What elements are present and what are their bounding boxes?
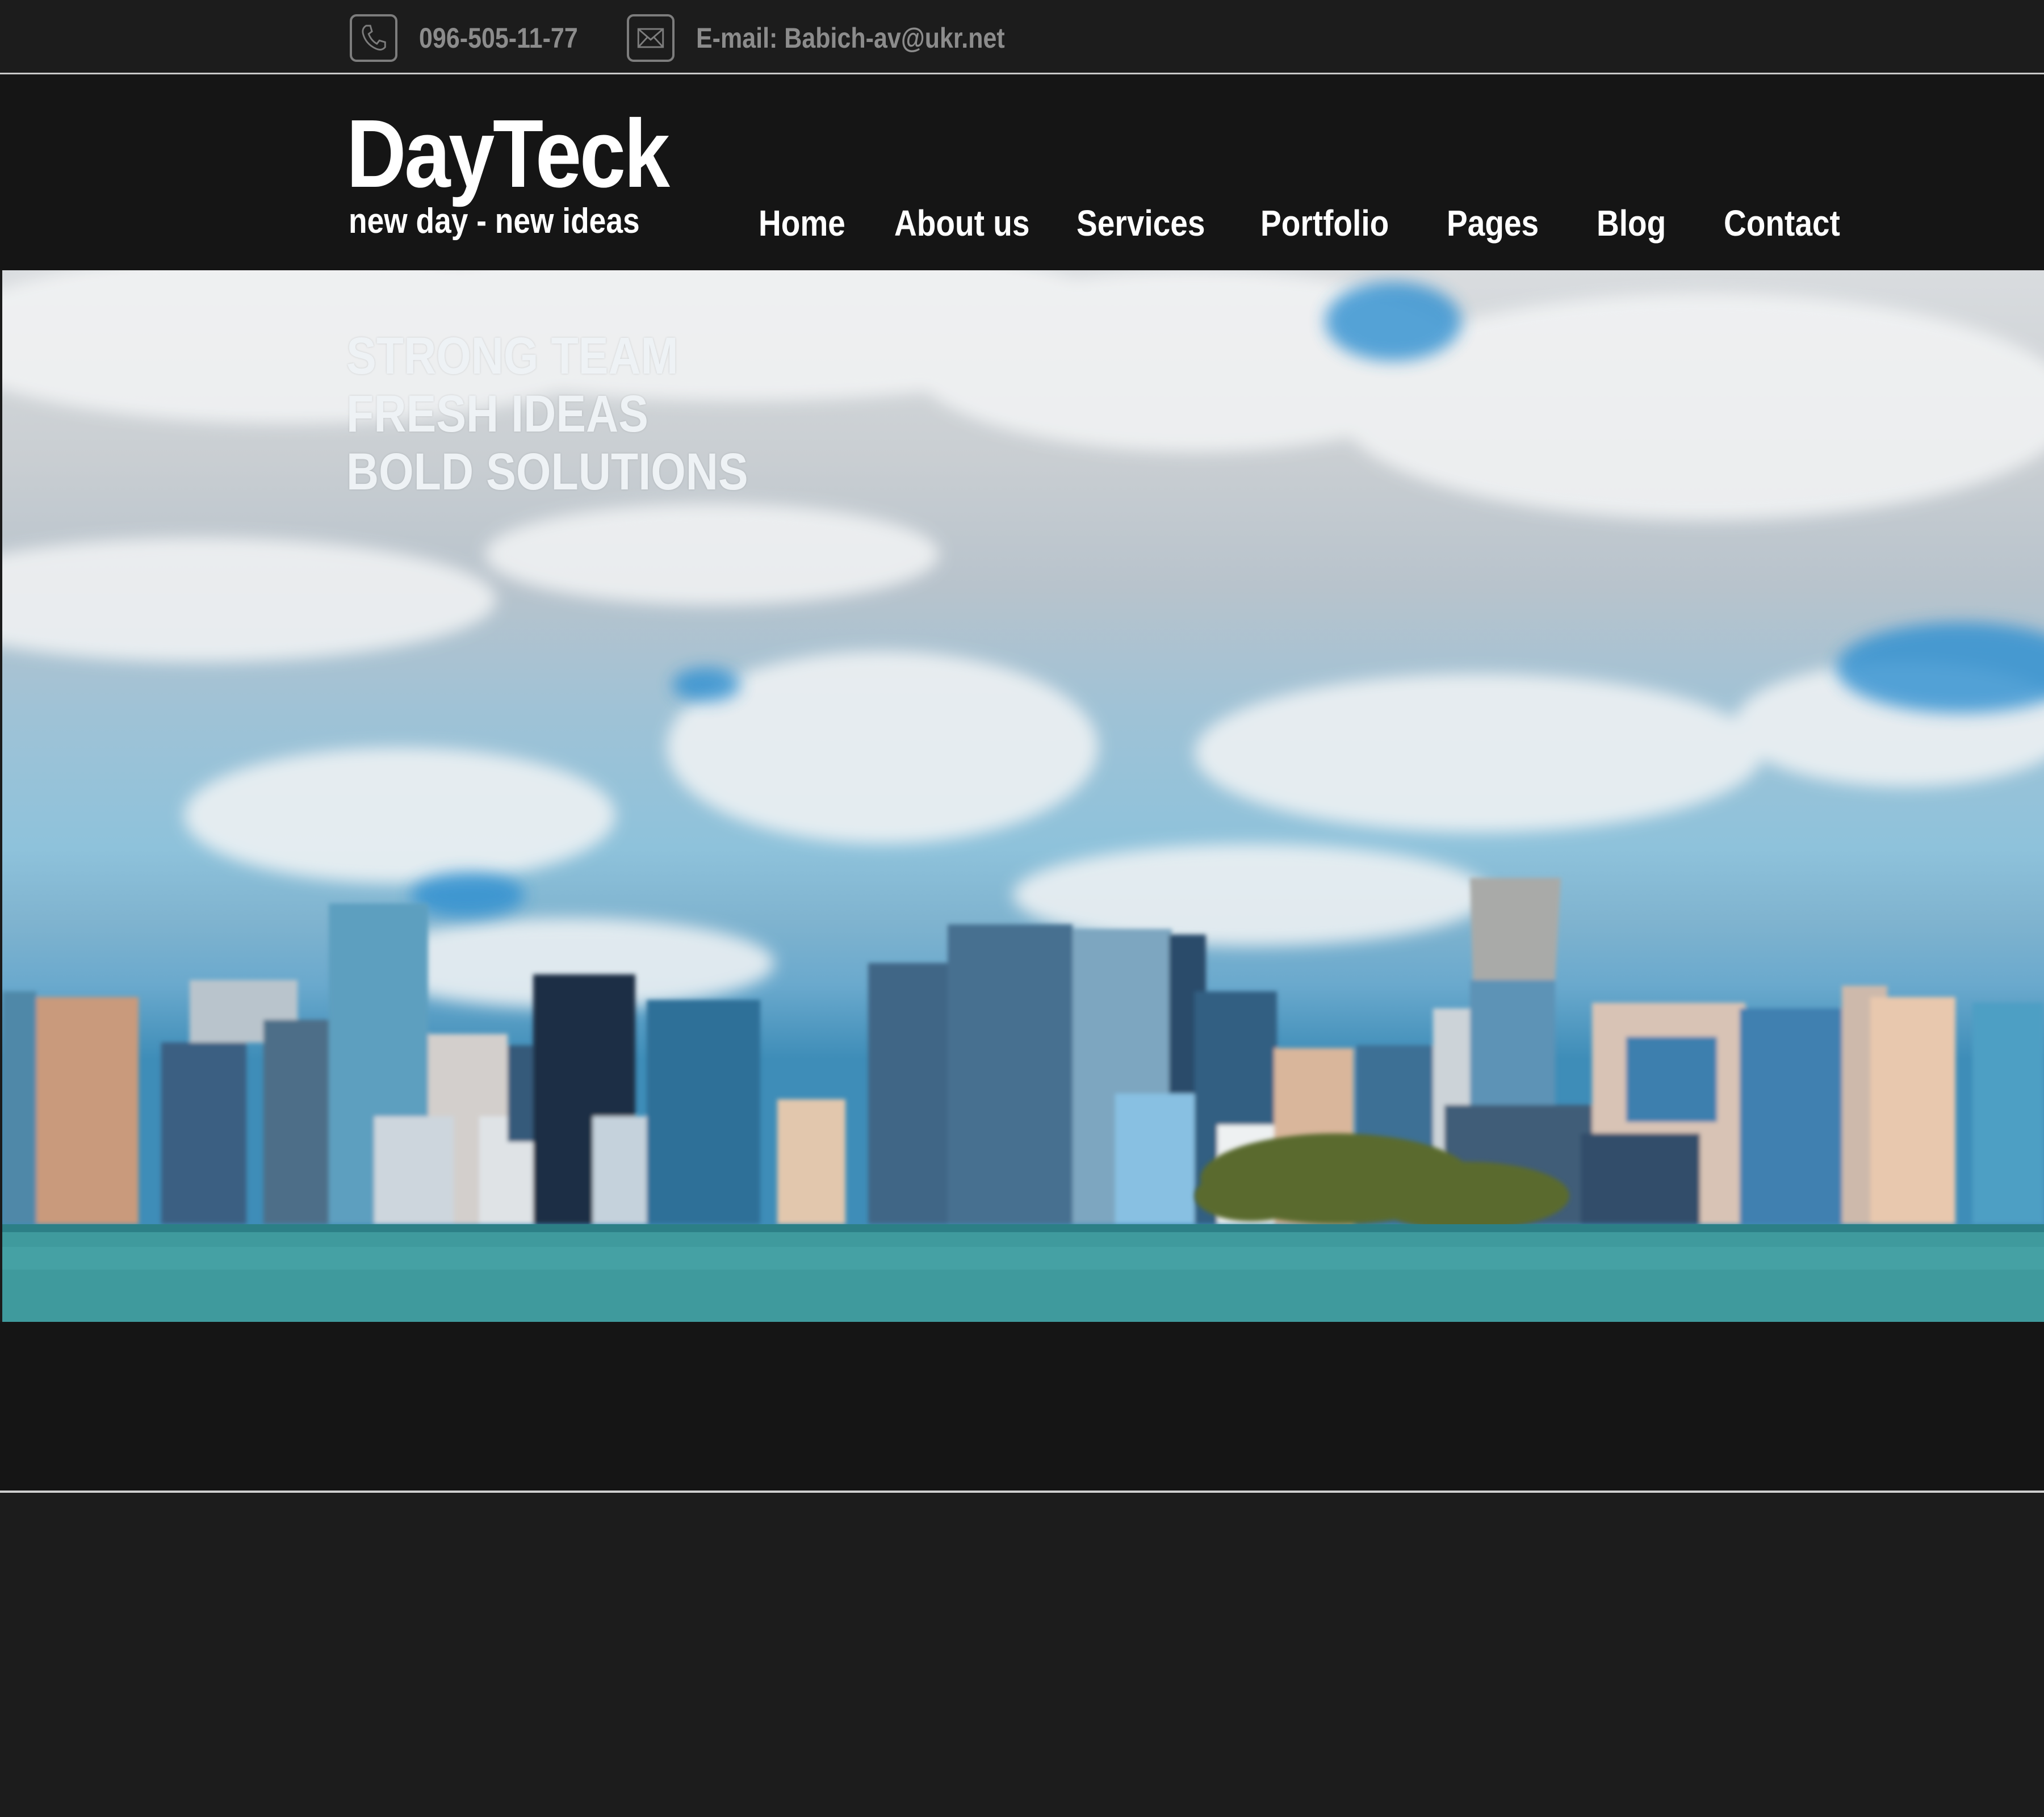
- hero-line-bold-solutions: BOLD SOLUTIONS: [346, 443, 748, 501]
- nav-services[interactable]: Services: [1077, 205, 1205, 241]
- site-logo[interactable]: DayTeck: [346, 106, 670, 202]
- envelope-icon: [627, 14, 675, 62]
- phone-contact[interactable]: 096-505-11-77: [350, 12, 604, 64]
- nav-blog[interactable]: Blog: [1597, 205, 1666, 241]
- hero-banner: STRONG TEAM FRESH IDEAS BOLD SOLUTIONS: [2, 270, 2044, 1322]
- nav-contact[interactable]: Contact: [1724, 205, 1840, 241]
- nav-portfolio[interactable]: Portfolio: [1260, 205, 1389, 241]
- hero-line-strong-team: STRONG TEAM: [346, 327, 678, 385]
- hero-slogan: STRONG TEAM FRESH IDEAS BOLD SOLUTIONS: [346, 327, 814, 501]
- nav-about-us[interactable]: About us: [894, 205, 1029, 241]
- hero-line-fresh-ideas: FRESH IDEAS: [346, 385, 648, 443]
- main-navigation: Home About us Services Portfolio Pages B…: [0, 205, 2044, 250]
- top-contact-bar: 096-505-11-77 E-mail: Babich-av@ukr.net: [0, 0, 2044, 74]
- content-band: [0, 1322, 2044, 1493]
- email-address[interactable]: E-mail: Babich-av@ukr.net: [696, 22, 1005, 55]
- city-skyline-image: [2, 270, 2044, 1322]
- phone-number[interactable]: 096-505-11-77: [419, 22, 578, 55]
- nav-home[interactable]: Home: [759, 205, 845, 241]
- nav-pages[interactable]: Pages: [1447, 205, 1539, 241]
- email-contact[interactable]: E-mail: Babich-av@ukr.net: [627, 12, 1055, 64]
- site-header: DayTeck new day - new ideas Home About u…: [0, 74, 2044, 270]
- footer-area: [0, 1493, 2044, 1817]
- phone-icon: [350, 14, 397, 62]
